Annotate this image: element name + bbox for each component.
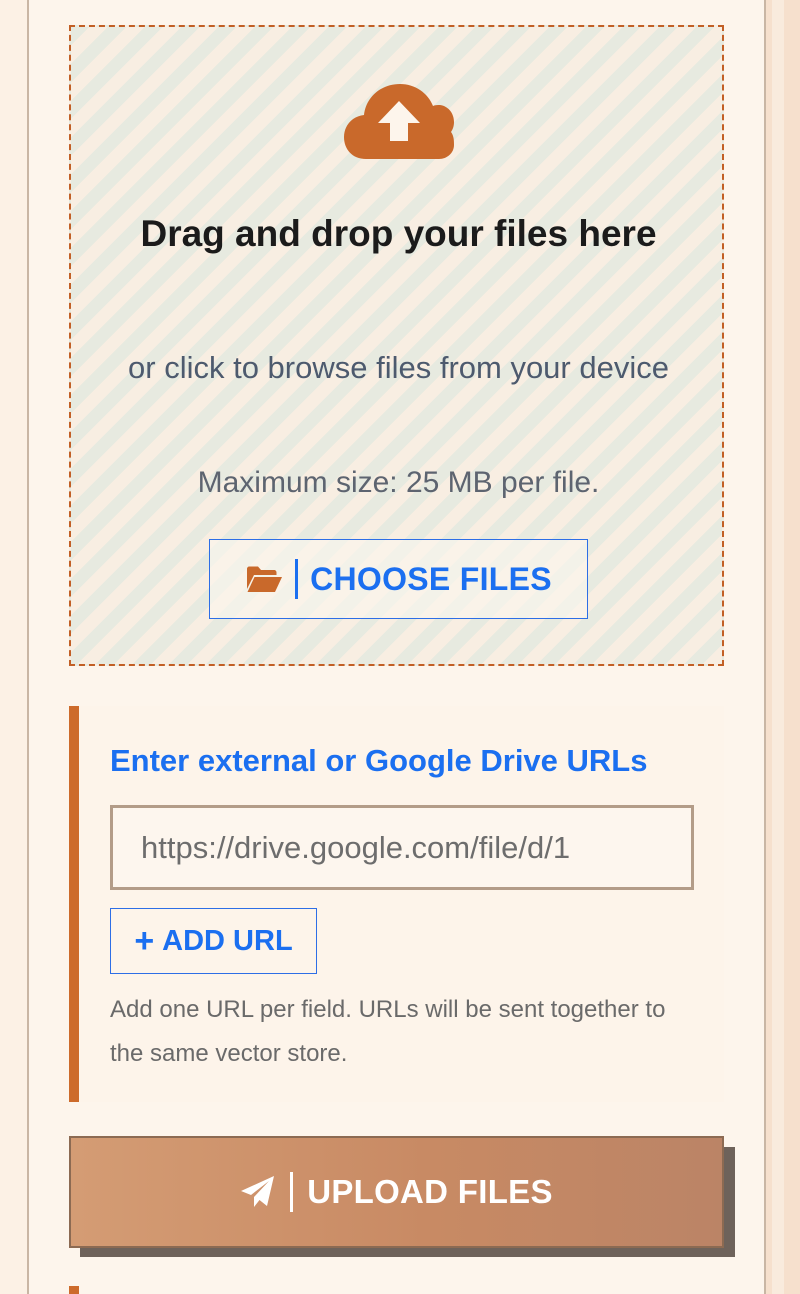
file-dropzone[interactable]: Drag and drop your files here or click t… xyxy=(69,25,724,666)
next-section-accent xyxy=(69,1286,79,1294)
choose-files-button[interactable]: CHOOSE FILES xyxy=(209,539,588,619)
cloud-upload-icon xyxy=(344,84,454,159)
url-section-accent xyxy=(69,706,79,1102)
button-divider xyxy=(290,1172,294,1212)
upload-files-label: UPLOAD FILES xyxy=(307,1173,553,1210)
add-url-button[interactable]: + ADD URL xyxy=(110,908,317,974)
choose-files-label: CHOOSE FILES xyxy=(310,560,552,597)
button-divider xyxy=(295,559,299,599)
url-section-heading: Enter external or Google Drive URLs xyxy=(110,743,648,778)
max-size-note: Maximum size: 25 MB per file. xyxy=(197,466,600,499)
paper-plane-icon xyxy=(241,1176,275,1207)
plus-icon: + xyxy=(134,922,155,960)
folder-open-icon xyxy=(247,566,283,592)
dropzone-subtitle: or click to browse files from your devic… xyxy=(128,350,669,385)
upload-files-button[interactable]: UPLOAD FILES xyxy=(69,1136,724,1248)
upload-page: Drag and drop your files here or click t… xyxy=(0,0,800,1294)
right-border xyxy=(764,0,800,1294)
dropzone-title: Drag and drop your files here xyxy=(140,213,657,254)
add-url-label: ADD URL xyxy=(162,924,293,957)
url-section: Enter external or Google Drive URLs + AD… xyxy=(69,706,724,1102)
url-input[interactable] xyxy=(110,805,694,890)
url-help-text: Add one URL per field. URLs will be sent… xyxy=(110,996,666,1067)
